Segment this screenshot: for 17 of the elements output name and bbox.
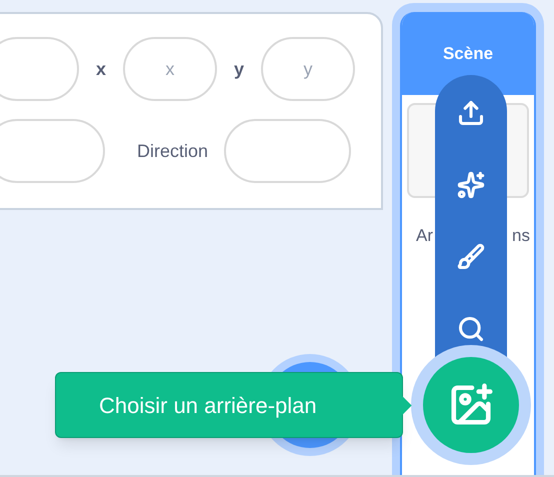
sparkles-icon	[457, 171, 485, 199]
choose-backdrop-button[interactable]	[423, 357, 519, 453]
stage-title: Scène	[442, 42, 494, 65]
search-icon	[457, 315, 485, 343]
direction-label: Direction	[137, 140, 208, 162]
upload-icon	[457, 99, 485, 127]
input-field[interactable]: x	[123, 37, 218, 101]
paintbrush-icon	[457, 243, 485, 271]
backdrops-label: Ar	[416, 225, 433, 247]
coordinate-label: x	[96, 58, 106, 80]
tooltip-text: Choisir un arrière-plan	[99, 392, 317, 420]
input-field[interactable]	[0, 37, 79, 101]
input-field[interactable]: y	[261, 37, 356, 101]
input-field[interactable]	[0, 119, 105, 183]
coordinate-label: y	[234, 58, 244, 81]
menu-button[interactable]	[455, 169, 487, 201]
backdrops-label: ns	[512, 225, 530, 247]
